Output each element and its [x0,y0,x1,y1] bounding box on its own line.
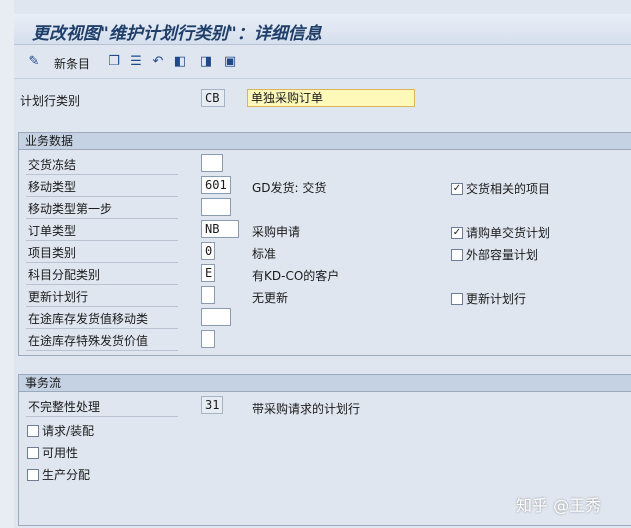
previous-entry-icon[interactable]: ◧ [172,53,188,69]
transaction-flow-title: 事务流 [19,375,631,392]
purchase-requisition-schedule-checkbox[interactable]: ✓ 请购单交货计划 [451,224,550,241]
account-assignment-input[interactable]: E [201,264,215,282]
checkbox-box[interactable]: ✓ [451,182,463,195]
next-entry-icon[interactable]: ◨ [198,53,214,69]
checkbox-label: 外部容量计划 [466,248,539,262]
page-title: 更改视图"维护计划行类别"：详细信息 [32,24,322,44]
select-icon[interactable]: ▣ [222,53,238,69]
order-type-desc: 采购申请 [252,225,301,239]
product-allocation-checkbox[interactable]: 生产分配 [27,466,90,483]
delete-icon[interactable]: ☰ [128,53,144,69]
transit-stock-special-label: 在途库存特殊发货价值 [26,332,178,351]
checkbox-box[interactable]: ✓ [451,226,463,239]
item-category-input[interactable]: 0 [201,242,215,260]
checkbox-label: 请求/装配 [42,424,95,438]
checkbox-label: 交货相关的项目 [466,182,551,196]
transit-stock-movement-label: 在途库存发货值移动类 [26,310,178,329]
availability-checkbox[interactable]: 可用性 [27,444,78,461]
account-assignment-desc: 有KD-CO的客户 [252,269,340,283]
order-type-input[interactable]: NB [201,220,239,238]
checkbox-box[interactable] [451,292,463,305]
undo-icon[interactable]: ↶ [150,53,166,69]
movement-type-desc: GD发货: 交货 [252,181,327,195]
checkbox-box[interactable] [451,248,463,261]
transit-stock-special-input[interactable] [201,330,215,348]
checkbox-label: 请购单交货计划 [466,226,551,240]
incompletion-procedure-label: 不完整性处理 [26,398,178,417]
update-schedule-line-checkbox[interactable]: 更新计划行 [451,290,526,307]
left-edge [0,0,14,528]
order-type-label: 订单类型 [26,222,178,241]
checkbox-label: 可用性 [42,446,79,460]
schedule-line-category-code: CB [201,89,225,107]
copy-icon[interactable]: ❐ [106,53,122,69]
checkbox-box[interactable] [27,424,39,437]
display-change-icon[interactable]: ✎ [26,53,42,69]
movement-type-label: 移动类型 [26,178,178,197]
delivery-block-label: 交货冻结 [26,156,178,175]
new-entry-button[interactable]: 新条目 [54,55,90,72]
item-category-label: 项目类别 [26,244,178,263]
update-schedule-line-label: 更新计划行 [26,288,178,307]
requirement-assembly-checkbox[interactable]: 请求/装配 [27,422,94,439]
transit-stock-movement-input[interactable] [201,308,231,326]
schedule-line-category-description[interactable]: 单独采购订单 [247,89,415,107]
checkbox-box[interactable] [27,446,39,459]
business-data-title: 业务数据 [19,133,631,150]
update-schedule-line-input[interactable] [201,286,215,304]
movement-type-input[interactable]: 601 [201,176,231,194]
checkbox-box[interactable] [27,468,39,481]
update-schedule-line-desc: 无更新 [252,291,289,305]
movement-type-step1-input[interactable] [201,198,231,216]
checkbox-label: 生产分配 [42,468,91,482]
account-assignment-label: 科目分配类别 [26,266,178,285]
schedule-line-category-label: 计划行类别 [20,94,81,108]
delivery-relevant-checkbox[interactable]: ✓ 交货相关的项目 [451,180,550,197]
item-category-desc: 标准 [252,247,277,261]
incompletion-procedure-input: 31 [201,396,223,414]
incompletion-procedure-desc: 带采购请求的计划行 [252,402,361,416]
checkbox-label: 更新计划行 [466,292,527,306]
delivery-block-input[interactable] [201,154,223,172]
title-bar: 更改视图"维护计划行类别"：详细信息 [14,14,631,45]
watermark: 知乎 @王秀 [516,496,602,515]
movement-type-step1-label: 移动类型第一步 [26,200,178,219]
external-capacity-checkbox[interactable]: 外部容量计划 [451,246,538,263]
toolbar: ✎ 新条目 ❐ ☰ ↶ ◧ ◨ ▣ [14,46,631,79]
